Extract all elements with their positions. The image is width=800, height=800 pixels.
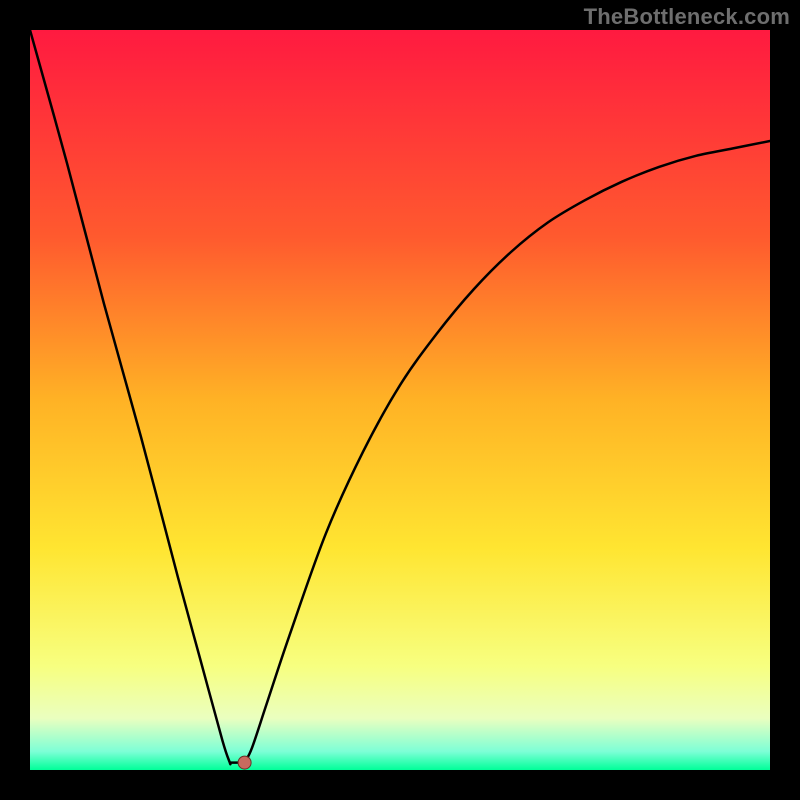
watermark-text: TheBottleneck.com	[584, 4, 790, 30]
plot-area	[30, 30, 770, 770]
chart-frame: TheBottleneck.com	[0, 0, 800, 800]
gradient-background	[30, 30, 770, 770]
bottleneck-chart	[30, 30, 770, 770]
optimum-marker	[238, 756, 251, 769]
